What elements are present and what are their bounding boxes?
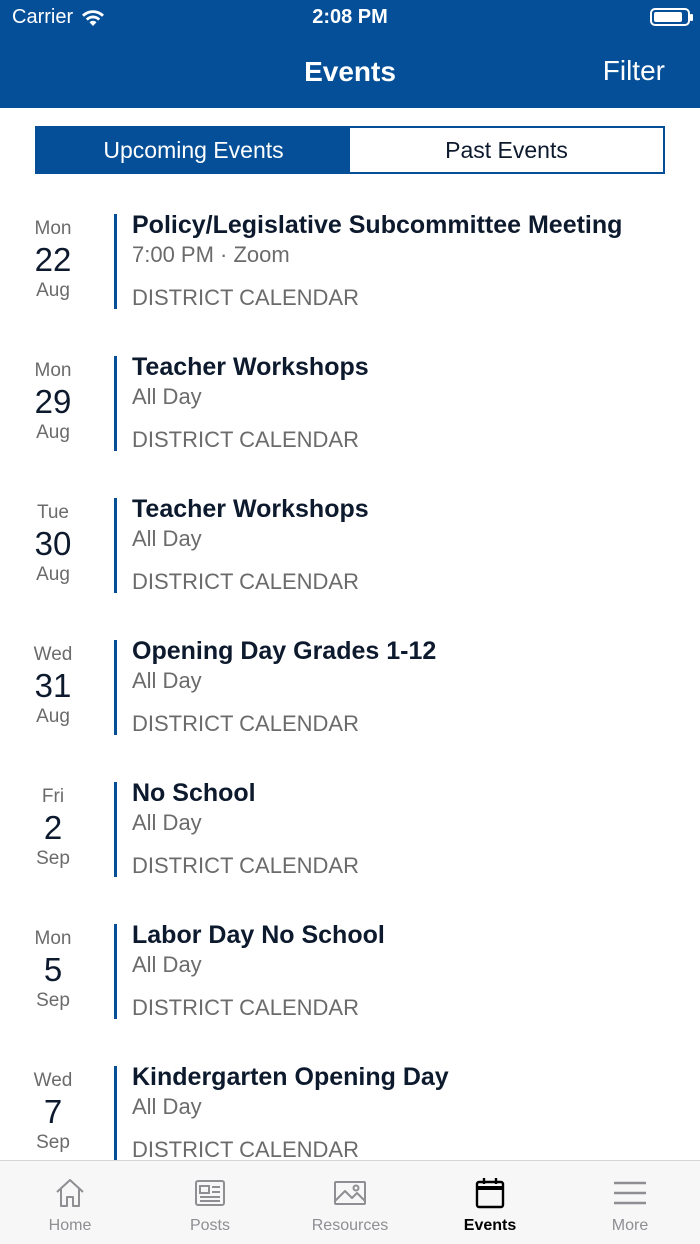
event-month: Sep: [36, 990, 70, 1011]
event-calendar: DISTRICT CALENDAR: [132, 853, 359, 878]
event-title: No School: [132, 779, 256, 807]
event-day: 30: [34, 525, 72, 562]
event-info: No School All Day DISTRICT CALENDAR: [132, 778, 692, 880]
tab-upcoming-events[interactable]: Upcoming Events: [37, 128, 350, 172]
event-weekday: Tue: [36, 502, 70, 523]
event-day: 22: [34, 241, 72, 278]
event-time: All Day: [132, 526, 202, 551]
posts-icon: [195, 1180, 225, 1206]
event-accent-bar: [114, 1066, 117, 1160]
tab-home[interactable]: Home: [0, 1161, 140, 1244]
event-accent-bar: [114, 782, 117, 877]
event-day: 31: [34, 667, 72, 704]
event-weekday: Wed: [33, 644, 73, 665]
event-calendar: DISTRICT CALENDAR: [132, 995, 359, 1020]
event-info: Teacher Workshops All Day DISTRICT CALENDA…: [132, 352, 692, 454]
event-title: Policy/Legislative Subcommittee Meeting: [132, 211, 623, 239]
events-segmented-control: Upcoming Events Past Events: [35, 126, 665, 174]
tab-events[interactable]: Events: [420, 1161, 560, 1244]
event-row[interactable]: Mon 5 Sep Labor Day No School All Day DISTRIC…: [0, 910, 700, 1052]
tab-past-events[interactable]: Past Events: [350, 128, 663, 172]
event-info: Labor Day No School All Day DISTRICT CALEN…: [132, 920, 692, 1022]
event-info: Kindergarten Opening Day All Day DISTRICT …: [132, 1062, 692, 1160]
event-calendar: DISTRICT CALENDAR: [132, 711, 359, 736]
tab-more-label: More: [611, 1217, 649, 1234]
tab-home-label: Home: [48, 1217, 92, 1234]
tab-more[interactable]: More: [560, 1161, 700, 1244]
status-time: 2:08 PM: [312, 6, 388, 28]
filter-button[interactable]: Filter: [603, 55, 665, 87]
event-title: Teacher Workshops: [132, 495, 369, 523]
event-date: Fri 2 Sep: [14, 786, 92, 870]
home-icon: [56, 1179, 84, 1207]
event-weekday: Mon: [34, 928, 72, 949]
event-calendar: DISTRICT CALENDAR: [132, 427, 359, 452]
event-time: All Day: [132, 384, 202, 409]
event-date: Wed 7 Sep: [14, 1070, 92, 1154]
events-icon: [475, 1178, 505, 1209]
event-date: Mon 22 Aug: [14, 218, 92, 302]
tab-resources[interactable]: Resources: [280, 1161, 420, 1244]
event-row[interactable]: Wed 7 Sep Kindergarten Opening Day All Day DI…: [0, 1052, 700, 1160]
event-time: All Day: [132, 952, 202, 977]
event-row[interactable]: Fri 2 Sep No School All Day DISTRICT CALENDAR: [0, 768, 700, 910]
event-month: Aug: [36, 706, 70, 727]
event-weekday: Wed: [33, 1070, 73, 1091]
event-time: All Day: [132, 810, 202, 835]
event-day: 5: [43, 951, 63, 988]
event-info: Policy/Legislative Subcommittee Meeting 7…: [132, 210, 692, 312]
tab-posts-label: Posts: [189, 1217, 230, 1234]
event-month: Aug: [36, 422, 70, 443]
tab-events-label: Events: [463, 1217, 517, 1234]
event-title: Teacher Workshops: [132, 353, 369, 381]
event-day: 2: [43, 809, 63, 846]
event-row[interactable]: Wed 31 Aug Opening Day Grades 1-12 All Day DI…: [0, 626, 700, 768]
event-weekday: Mon: [34, 360, 72, 381]
event-row[interactable]: Tue 30 Aug Teacher Workshops All Day DISTRICT…: [0, 484, 700, 626]
event-date: Mon 29 Aug: [14, 360, 92, 444]
more-icon: [614, 1181, 646, 1205]
event-calendar: DISTRICT CALENDAR: [132, 1137, 359, 1160]
event-title: Kindergarten Opening Day: [132, 1063, 449, 1091]
event-list: Mon 22 Aug Policy/Legislative Subcommittee …: [0, 200, 700, 1160]
event-calendar: DISTRICT CALENDAR: [132, 285, 359, 310]
bottom-tab-bar: Home Posts Resources Events More: [0, 1160, 700, 1244]
page-title: Events: [304, 56, 396, 87]
event-accent-bar: [114, 498, 117, 593]
event-accent-bar: [114, 214, 117, 309]
nav-header: Carrier 2:08 PM Events Filter: [0, 0, 700, 108]
event-weekday: Fri: [41, 786, 65, 807]
event-month: Sep: [36, 1132, 70, 1153]
event-row[interactable]: Mon 22 Aug Policy/Legislative Subcommittee …: [0, 200, 700, 342]
event-time: All Day: [132, 1094, 202, 1119]
resources-icon: [334, 1181, 366, 1205]
event-day: 29: [34, 383, 72, 420]
event-accent-bar: [114, 356, 117, 451]
tab-posts[interactable]: Posts: [140, 1161, 280, 1244]
event-title: Opening Day Grades 1-12: [132, 637, 437, 665]
event-month: Aug: [36, 564, 70, 585]
event-title: Labor Day No School: [132, 921, 385, 949]
event-calendar: DISTRICT CALENDAR: [132, 569, 359, 594]
battery-level: [654, 12, 683, 22]
event-time: 7:00 PM · Zoom: [132, 242, 290, 267]
event-month: Aug: [36, 280, 70, 301]
event-date: Mon 5 Sep: [14, 928, 92, 1012]
event-row[interactable]: Mon 29 Aug Teacher Workshops All Day DISTRICT…: [0, 342, 700, 484]
event-accent-bar: [114, 924, 117, 1019]
event-accent-bar: [114, 640, 117, 735]
tab-resources-label: Resources: [311, 1217, 389, 1234]
battery-icon: [650, 8, 693, 26]
event-info: Teacher Workshops All Day DISTRICT CALENDA…: [132, 494, 692, 596]
event-info: Opening Day Grades 1-12 All Day DISTRICT C…: [132, 636, 692, 738]
event-date: Wed 31 Aug: [14, 644, 92, 728]
event-month: Sep: [36, 848, 70, 869]
status-bar: Carrier 2:08 PM: [0, 0, 700, 36]
event-day: 7: [43, 1093, 63, 1130]
event-date: Tue 30 Aug: [14, 502, 92, 586]
event-weekday: Mon: [34, 218, 72, 239]
event-time: All Day: [132, 668, 202, 693]
